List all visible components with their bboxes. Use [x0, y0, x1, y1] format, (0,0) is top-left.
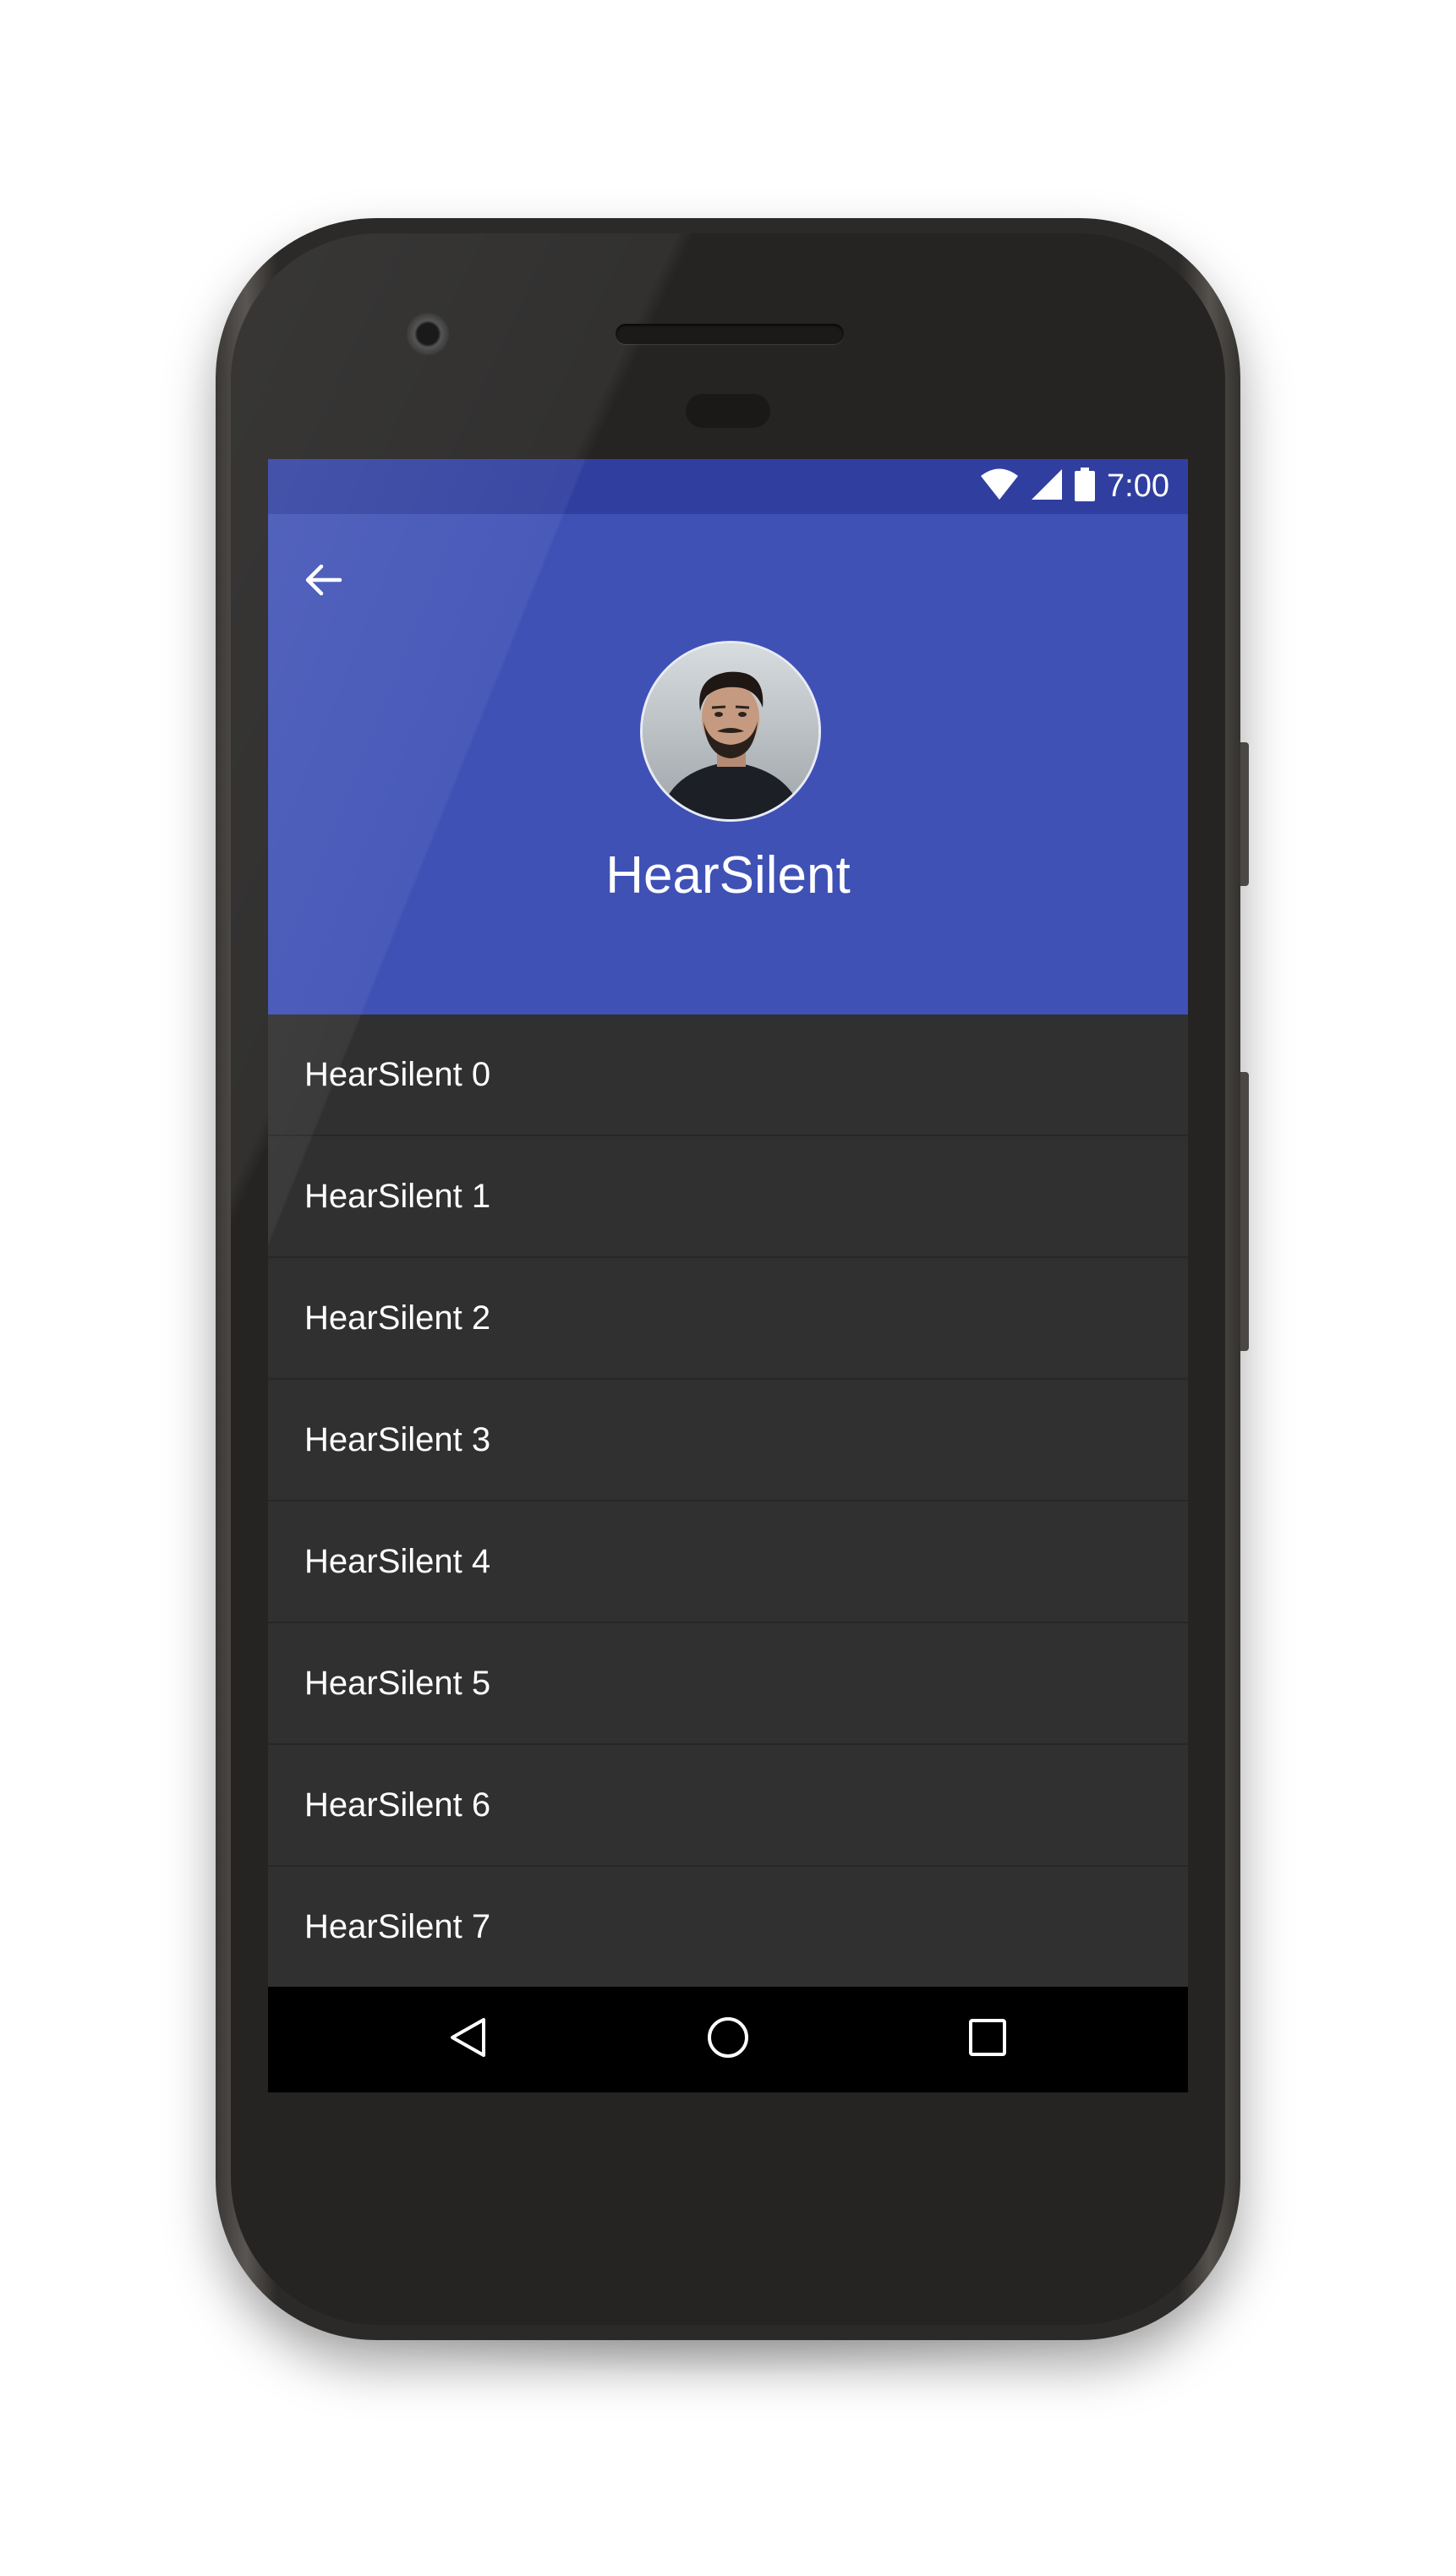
nav-back-button[interactable]: [435, 2005, 502, 2073]
back-triangle-icon: [448, 2016, 489, 2063]
earpiece-speaker: [616, 324, 844, 344]
proximity-sensor: [686, 394, 770, 428]
avatar-portrait: [643, 643, 818, 819]
list-item-label: HearSilent 5: [304, 1664, 491, 1702]
status-bar: 7:00: [268, 459, 1188, 514]
navigation-bar: [268, 1987, 1188, 2092]
arrow-back-icon: [303, 560, 343, 604]
device-mockup: 7:00 HearSilent HearSilent 0 HearSilent …: [0, 0, 1456, 2576]
list-item[interactable]: HearSilent 5: [268, 1623, 1188, 1745]
list-item-label: HearSilent 1: [304, 1177, 491, 1215]
item-list: HearSilent 0 HearSilent 1 HearSilent 2 H…: [268, 1015, 1188, 1988]
list-item[interactable]: HearSilent 3: [268, 1380, 1188, 1501]
recents-square-icon: [968, 2018, 1007, 2061]
nav-home-button[interactable]: [694, 2005, 762, 2073]
list-item-label: HearSilent 0: [304, 1055, 491, 1093]
list-item-label: HearSilent 7: [304, 1907, 491, 1945]
profile-name: HearSilent: [605, 846, 851, 905]
list-item-label: HearSilent 4: [304, 1542, 491, 1580]
status-time: 7:00: [1107, 468, 1169, 504]
battery-icon: [1075, 468, 1096, 506]
list-item[interactable]: HearSilent 7: [268, 1867, 1188, 1988]
nav-recents-button[interactable]: [954, 2005, 1021, 2073]
app-screen: 7:00 HearSilent HearSilent 0 HearSilent …: [268, 459, 1188, 2092]
list-item[interactable]: HearSilent 6: [268, 1745, 1188, 1867]
profile-header: HearSilent: [268, 514, 1188, 1015]
status-icons: 7:00: [980, 468, 1169, 506]
list-item-label: HearSilent 2: [304, 1299, 491, 1337]
list-item[interactable]: HearSilent 4: [268, 1501, 1188, 1623]
profile-avatar[interactable]: [640, 641, 821, 822]
list-item[interactable]: HearSilent 0: [268, 1015, 1188, 1136]
list-item-label: HearSilent 6: [304, 1786, 491, 1824]
power-button: [1240, 742, 1249, 886]
list-item[interactable]: HearSilent 1: [268, 1136, 1188, 1258]
wifi-icon: [980, 468, 1019, 505]
front-camera: [407, 313, 449, 355]
signal-icon: [1031, 468, 1063, 505]
home-circle-icon: [706, 2015, 750, 2064]
list-item-label: HearSilent 3: [304, 1420, 491, 1458]
back-button[interactable]: [293, 552, 353, 611]
list-item[interactable]: HearSilent 2: [268, 1258, 1188, 1380]
volume-button: [1240, 1072, 1249, 1351]
